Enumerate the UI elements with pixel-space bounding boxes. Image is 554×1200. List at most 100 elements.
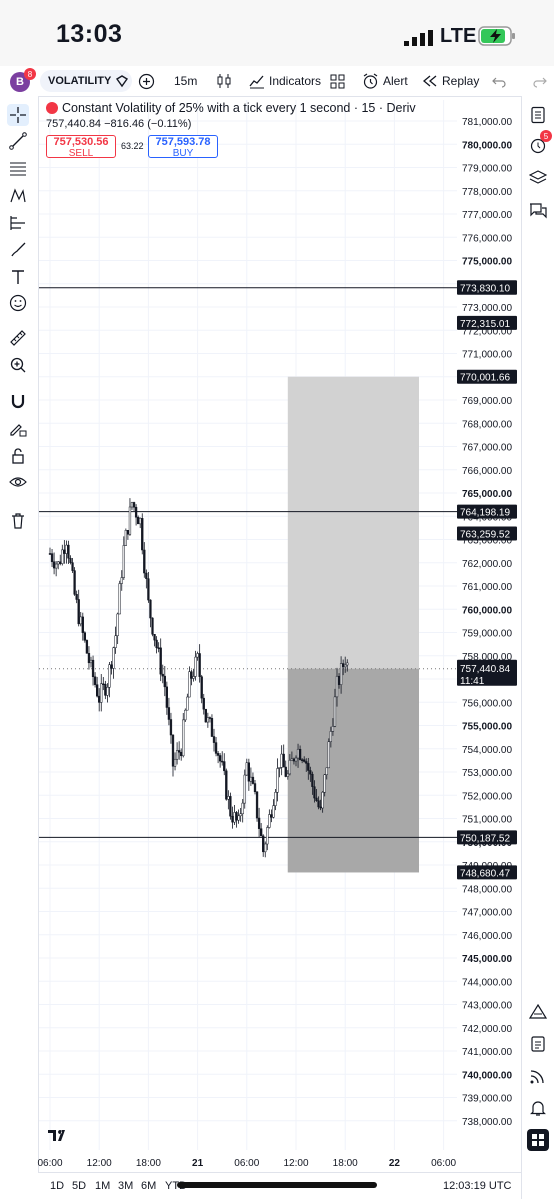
price-tick-label: 749,000.00 — [462, 861, 512, 872]
candle-body — [257, 817, 261, 829]
indicators-button[interactable]: Indicators — [249, 66, 321, 96]
chats-button[interactable] — [527, 200, 549, 222]
alert-button[interactable]: Alert — [362, 66, 408, 96]
deriv-logo-icon — [46, 102, 58, 114]
time-axis[interactable]: 06:00 12:00 18:00 21 06:00 12:00 18:00 22 06:00 — [37, 1158, 456, 1169]
brush-tool[interactable] — [7, 239, 29, 261]
prediction-tool[interactable] — [7, 212, 29, 234]
candle-body — [124, 530, 127, 546]
range-1d[interactable]: 1D — [50, 1180, 64, 1192]
candle-body — [108, 664, 111, 688]
candle-body — [333, 696, 337, 727]
apps-button[interactable] — [527, 1129, 549, 1151]
sell-button[interactable]: 757,530.56 SELL — [46, 135, 116, 159]
price-tick-label: 743,000.00 — [462, 1001, 512, 1012]
candle-body — [59, 561, 62, 564]
calendar-button[interactable] — [527, 1033, 549, 1055]
price-tick-label: 759,000.00 — [462, 629, 512, 640]
candle-body — [159, 647, 162, 675]
countdown-label: 11:41 — [460, 676, 485, 687]
candle-body — [161, 673, 164, 677]
lock-drawings-tool[interactable] — [7, 445, 29, 467]
notifications-button[interactable] — [527, 1097, 549, 1119]
alerts-button[interactable]: 5 — [527, 130, 552, 156]
candle-body — [268, 814, 271, 828]
price-axis[interactable]: 738,000.00 739,000.00 740,000.00 741,000.00… — [457, 117, 517, 1128]
candle-body — [83, 632, 86, 641]
candle-body — [61, 549, 64, 564]
price-tick-label: 780,000.00 — [462, 140, 512, 151]
delete-drawings-tool[interactable] — [7, 510, 29, 532]
buy-button[interactable]: 757,593.78 BUY — [148, 135, 218, 159]
streams-button[interactable] — [527, 1065, 549, 1087]
candle-body — [102, 683, 105, 685]
hide-drawings-tool[interactable] — [7, 471, 29, 493]
price-label: 750,187.52 — [460, 833, 510, 844]
range-1m[interactable]: 1M — [95, 1180, 110, 1192]
price-label-box — [457, 526, 517, 541]
candle-body — [87, 653, 91, 664]
candle-body — [292, 758, 296, 762]
magnet-tool[interactable] — [7, 390, 29, 412]
candle-body — [339, 663, 343, 685]
undo-button[interactable] — [492, 66, 506, 96]
price-tick-label: 748,000.00 — [462, 884, 512, 895]
signal-icon — [404, 30, 433, 46]
object-tree-button[interactable] — [527, 167, 549, 189]
timezone-clock[interactable]: 12:03:19 UTC — [443, 1180, 511, 1192]
replay-button[interactable]: Replay — [422, 66, 479, 96]
candle-body — [249, 776, 253, 782]
price-tick-label: 751,000.00 — [462, 815, 512, 826]
position-range[interactable] — [287, 376, 419, 873]
redo-button[interactable] — [533, 66, 547, 96]
position-loss-zone[interactable] — [287, 668, 419, 873]
symbol-search-button[interactable]: VOLATILITY — [40, 70, 132, 92]
long-position-drawing[interactable] — [287, 376, 419, 873]
candle-body — [321, 791, 324, 809]
candle-body — [245, 762, 248, 776]
symbol-label: VOLATILITY — [48, 75, 112, 87]
price-tick-label: 775,000.00 — [462, 257, 512, 268]
emoji-tool[interactable] — [7, 292, 29, 314]
zoom-tool[interactable] — [7, 354, 29, 376]
layouts-button[interactable] — [330, 66, 345, 96]
document-list-icon — [531, 106, 545, 124]
smiley-icon — [9, 294, 27, 312]
candle-body — [255, 791, 259, 819]
interval-button[interactable]: 15m — [174, 66, 197, 96]
range-3m[interactable]: 3M — [118, 1180, 133, 1192]
fib-tool[interactable] — [7, 158, 29, 180]
redo-icon — [533, 77, 547, 88]
price-label-box — [457, 315, 517, 330]
stay-drawing-tool[interactable] — [7, 418, 29, 440]
ideas-button[interactable] — [527, 1001, 549, 1023]
battery-charging-icon — [478, 26, 515, 46]
pattern-tool[interactable] — [7, 185, 29, 207]
price-tick-label: 741,000.00 — [462, 1047, 512, 1058]
horizontal-lines[interactable] — [39, 287, 457, 838]
measure-tool[interactable] — [7, 327, 29, 349]
add-symbol-button[interactable] — [138, 66, 155, 96]
spread-value: 63.22 — [121, 141, 144, 151]
price-label: 764,198.19 — [460, 508, 510, 519]
chart-type-button[interactable] — [216, 66, 232, 96]
candle-body — [253, 783, 257, 793]
candle-body — [337, 675, 341, 685]
price-label: 763,259.52 — [460, 529, 510, 540]
candle-body — [63, 549, 66, 554]
trend-line-tool[interactable] — [7, 130, 29, 152]
candle-body — [208, 717, 212, 719]
chart-legend[interactable]: Constant Volatility of 25% with a tick e… — [46, 101, 458, 130]
crosshair-tool[interactable] — [7, 104, 29, 126]
range-6m[interactable]: 6M — [141, 1180, 156, 1192]
candle-body — [188, 671, 191, 698]
text-tool[interactable] — [7, 266, 29, 288]
price-chart[interactable]: 738,000.00 739,000.00 740,000.00 741,000.00… — [0, 0, 554, 1199]
candle-body — [52, 561, 56, 569]
range-5d[interactable]: 5D — [72, 1180, 86, 1192]
trash-icon — [12, 513, 24, 529]
candle-body — [151, 617, 154, 635]
candle-body — [106, 687, 109, 696]
price-tick-label: 770,000.00 — [462, 373, 512, 384]
watchlist-button[interactable] — [527, 104, 549, 126]
